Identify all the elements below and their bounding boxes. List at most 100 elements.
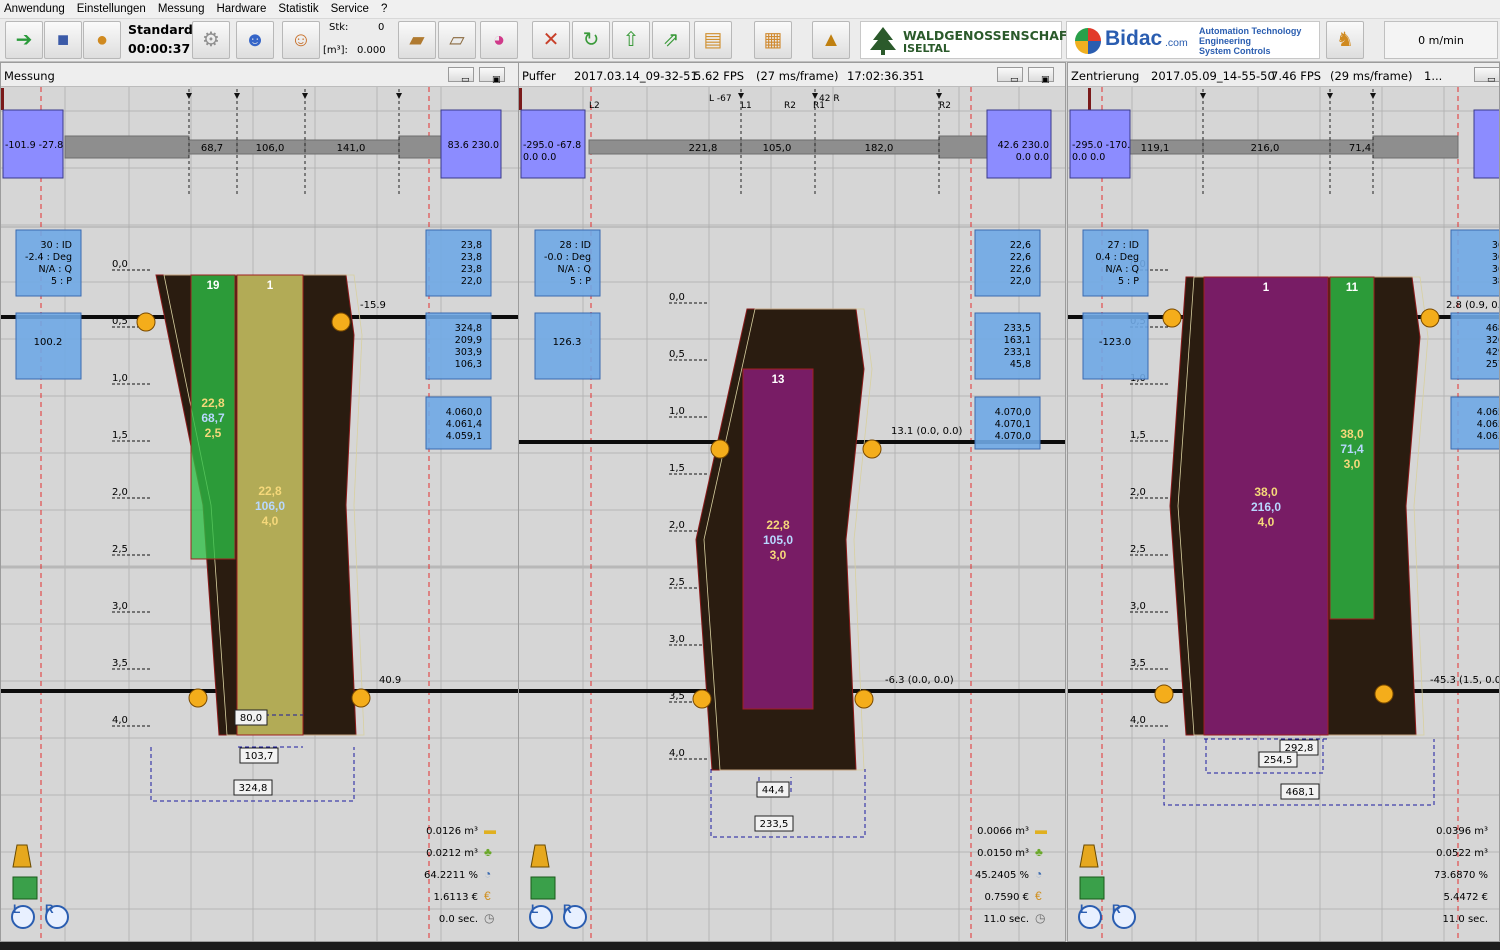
user-button[interactable]: ● [83, 21, 121, 59]
dimension-label: 44,4 [762, 785, 784, 796]
panel-fps: 7.46 FPS [1271, 69, 1322, 83]
stack-refresh-button[interactable]: ↻ [572, 21, 610, 59]
tree-small-icon: ♣ [484, 845, 492, 859]
delete-stack-button[interactable]: ✕ [532, 21, 570, 59]
shaft-label: 182,0 [865, 143, 894, 154]
stack-save-button[interactable]: ▤ [694, 21, 732, 59]
scale-label: 0,0 [669, 292, 685, 303]
low-box-right-value: 4.059,1 [446, 431, 482, 442]
stack-up-button[interactable]: ⇧ [612, 21, 650, 59]
tree-small-icon: ♣ [1035, 845, 1043, 859]
strip-indicator [1, 88, 4, 110]
info-box-right-value: 23,8 [461, 264, 482, 275]
buffer-view[interactable]: 221,8 105,0 182,0-295.0 -67.80.0 0.042.6 2… [519, 87, 1066, 942]
centering-view[interactable]: 119,1216,071,4-295.0 -170.0.0 0.050.90.0… [1068, 87, 1500, 942]
low-box-right-value: 4.070,1 [995, 419, 1031, 430]
user-icon: ● [95, 29, 109, 51]
marker-dot [331, 312, 351, 332]
scale-label: 2,0 [669, 520, 685, 531]
low-box-right-value: 4.065, [1477, 407, 1500, 418]
board-value: 38,0 [1254, 485, 1278, 499]
stat-value: 0.0126 m³ [426, 826, 478, 837]
top-mark-label: R2 [939, 101, 951, 111]
info-box-left-value: 5 : P [51, 276, 72, 287]
save-button[interactable]: ■ [44, 21, 82, 59]
board-id: 13 [772, 374, 785, 386]
shaft-label: 216,0 [1251, 143, 1280, 154]
info-box-left-value: N/A : Q [557, 264, 591, 275]
restore-button[interactable]: ▣ [1028, 67, 1054, 85]
menu-hardware[interactable]: Hardware [212, 3, 274, 15]
menu-anwendung[interactable]: Anwendung [0, 3, 73, 15]
dimension-label: 80,0 [240, 713, 262, 724]
mid-box-right-value: 303,9 [455, 347, 482, 358]
stat-value: 0.0066 m³ [977, 826, 1029, 837]
settings-button[interactable]: ⚙ [192, 21, 230, 59]
clock-icon: ◷ [484, 911, 494, 925]
minimize-icon: ▭ [1487, 75, 1496, 85]
marker-dot [710, 439, 730, 459]
color-button[interactable]: ◕ [480, 21, 518, 59]
menu-service[interactable]: Service [327, 3, 377, 15]
scale-label: 3,0 [1130, 601, 1146, 612]
user-stats-button[interactable]: ☺ [282, 21, 320, 59]
menu-bar: Anwendung Einstellungen Messung Hardware… [0, 0, 1500, 19]
admin-button[interactable]: ☻ [236, 21, 274, 59]
mid-box-right-value: 233,5 [1004, 323, 1031, 334]
shaft-label: 141,0 [337, 143, 366, 154]
menu-einstellungen[interactable]: Einstellungen [73, 3, 154, 15]
scale-label: 2,5 [112, 544, 128, 555]
top-mark-label: L2 [589, 101, 600, 111]
panel-zentrierung: Zentrierung 2017.05.09_14-55-50 7.46 FPS… [1067, 62, 1500, 942]
shaft-label: 68,7 [201, 143, 223, 154]
color-wheel-icon: ◕ [492, 29, 506, 51]
calculator-icon [530, 876, 556, 900]
tiger-button[interactable]: ♞ [1326, 21, 1364, 59]
restore-button[interactable]: ▣ [479, 67, 505, 85]
stack-up-icon: ⇧ [622, 29, 640, 51]
dimension-label: 254,5 [1264, 755, 1293, 766]
panel-clock: 17:02:36.351 [847, 69, 925, 83]
menu-help[interactable]: ? [377, 3, 395, 15]
stat-value: 0.0150 m³ [977, 848, 1029, 859]
minimize-button[interactable]: ▭ [1474, 67, 1499, 85]
info-box-right-value: 36, [1492, 240, 1500, 251]
restore-icon: ▣ [492, 75, 501, 85]
board-button[interactable]: ▰ [398, 21, 436, 59]
bidac-name: Bidac [1105, 27, 1163, 50]
board-value: 2,5 [205, 426, 222, 440]
menu-messung[interactable]: Messung [154, 3, 213, 15]
panel-puffer: Puffer 2017.03.14_09-32-51 5.62 FPS (27 … [518, 62, 1066, 942]
calculator-icon [1079, 876, 1105, 900]
marker-dot [351, 688, 371, 708]
toolbar: ➔ ■ ● Standard 00:00:37 ⚙ ☻ ☺ Stk: 0 [m³… [0, 19, 1500, 62]
minimize-button[interactable]: ▭ [997, 67, 1023, 85]
exit-icon: ➔ [15, 29, 33, 51]
board-value: 71,4 [1340, 442, 1364, 456]
info-box-left-value: 30 : ID [41, 240, 72, 251]
board-edit-button[interactable]: ▱ [438, 21, 476, 59]
saw-button[interactable]: ▲ [812, 21, 850, 59]
taskbar-strip [0, 942, 1500, 950]
wood-stack-button[interactable]: ▦ [754, 21, 792, 59]
low-box-right-value: 4.060,0 [446, 407, 482, 418]
board-value: 106,0 [255, 499, 285, 513]
panel-frame-time: (29 ms/frame) [1330, 69, 1413, 83]
stat-value: 0.0212 m³ [426, 848, 478, 859]
exit-button[interactable]: ➔ [5, 21, 43, 59]
minimize-button[interactable]: ▭ [448, 67, 474, 85]
admin-user-icon: ☻ [244, 29, 266, 51]
board-value: 68,7 [201, 411, 225, 425]
menu-statistik[interactable]: Statistik [274, 3, 326, 15]
scale-label: 4,0 [112, 715, 128, 726]
shaft-label: 221,8 [689, 143, 718, 154]
mid-box-left-value: -123.0 [1099, 337, 1131, 348]
shaft-label: 105,0 [763, 143, 792, 154]
info-box-right-value: 36, [1492, 252, 1500, 263]
stack-import-button[interactable]: ⇗ [652, 21, 690, 59]
board-value: 105,0 [763, 533, 793, 547]
info-box-left-value: 0.4 : Deg [1095, 252, 1139, 263]
measurement-view[interactable]: 68,7 106,0 141,0 -101.9 -27.8 83.6 230.0 0,0 0… [1, 87, 548, 942]
saw-icon: ▲ [821, 29, 841, 51]
info-box-left-value: 27 : ID [1108, 240, 1139, 251]
